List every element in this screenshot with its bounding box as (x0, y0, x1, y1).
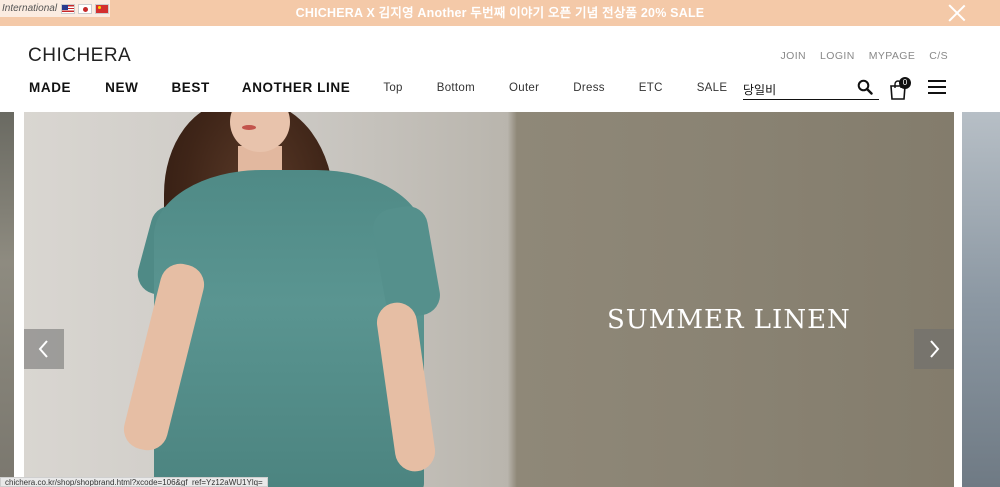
nav-item-top[interactable]: Top (383, 82, 402, 94)
promo-text[interactable]: CHICHERA X 김지영 Another 두번째 이야기 오픈 기념 전상품… (0, 0, 1000, 26)
search-icon[interactable] (857, 79, 873, 95)
hero-slide-image[interactable] (24, 112, 954, 487)
us-flag-icon[interactable] (61, 3, 76, 14)
nav-item-made[interactable]: MADE (29, 80, 71, 95)
china-flag-icon[interactable] (95, 3, 110, 14)
search-input[interactable] (769, 78, 853, 98)
browser-status-url: chichera.co.kr/shop/shopbrand.html?xcode… (0, 477, 268, 487)
cart-count-badge: 0 (899, 77, 911, 89)
nav-item-another-line[interactable]: ANOTHER LINE (242, 80, 350, 95)
cart-button[interactable]: 0 (889, 77, 911, 100)
site-header: CHICHERA JOIN LOGIN MYPAGE C/S MADE NEW … (0, 26, 1000, 112)
slider-next-button[interactable] (914, 329, 954, 369)
nav-item-etc[interactable]: ETC (639, 82, 663, 94)
nav-item-outer[interactable]: Outer (509, 82, 539, 94)
previous-slide-peek (0, 112, 14, 487)
nav-item-new[interactable]: NEW (105, 80, 138, 95)
japan-flag-icon[interactable] (78, 3, 93, 14)
nav-item-best[interactable]: BEST (171, 80, 209, 95)
language-selector[interactable]: International (0, 0, 110, 17)
international-label[interactable]: International (2, 3, 57, 14)
site-logo[interactable]: CHICHERA (28, 45, 131, 67)
hero-slider: SUMMER LINEN (0, 112, 1000, 487)
nav-item-bottom[interactable]: Bottom (437, 82, 475, 94)
utility-nav: JOIN LOGIN MYPAGE C/S (781, 50, 949, 62)
next-slide-peek (962, 112, 1000, 487)
hamburger-menu-icon[interactable] (928, 80, 946, 96)
chevron-right-icon (930, 340, 940, 358)
promo-banner: CHICHERA X 김지영 Another 두번째 이야기 오픈 기념 전상품… (0, 0, 1000, 26)
join-link[interactable]: JOIN (781, 50, 807, 62)
slider-prev-button[interactable] (24, 329, 64, 369)
hero-title: SUMMER LINEN (607, 305, 851, 335)
close-icon[interactable] (948, 4, 966, 22)
customer-service-link[interactable]: C/S (929, 50, 948, 62)
login-link[interactable]: LOGIN (820, 50, 855, 62)
mypage-link[interactable]: MYPAGE (869, 50, 916, 62)
nav-item-sale[interactable]: SALE (697, 82, 728, 94)
search-box: 당일비 (743, 78, 879, 100)
nav-item-dress[interactable]: Dress (573, 82, 605, 94)
main-nav: MADE NEW BEST ANOTHER LINE Top Bottom Ou… (29, 80, 727, 95)
chevron-left-icon (38, 340, 48, 358)
